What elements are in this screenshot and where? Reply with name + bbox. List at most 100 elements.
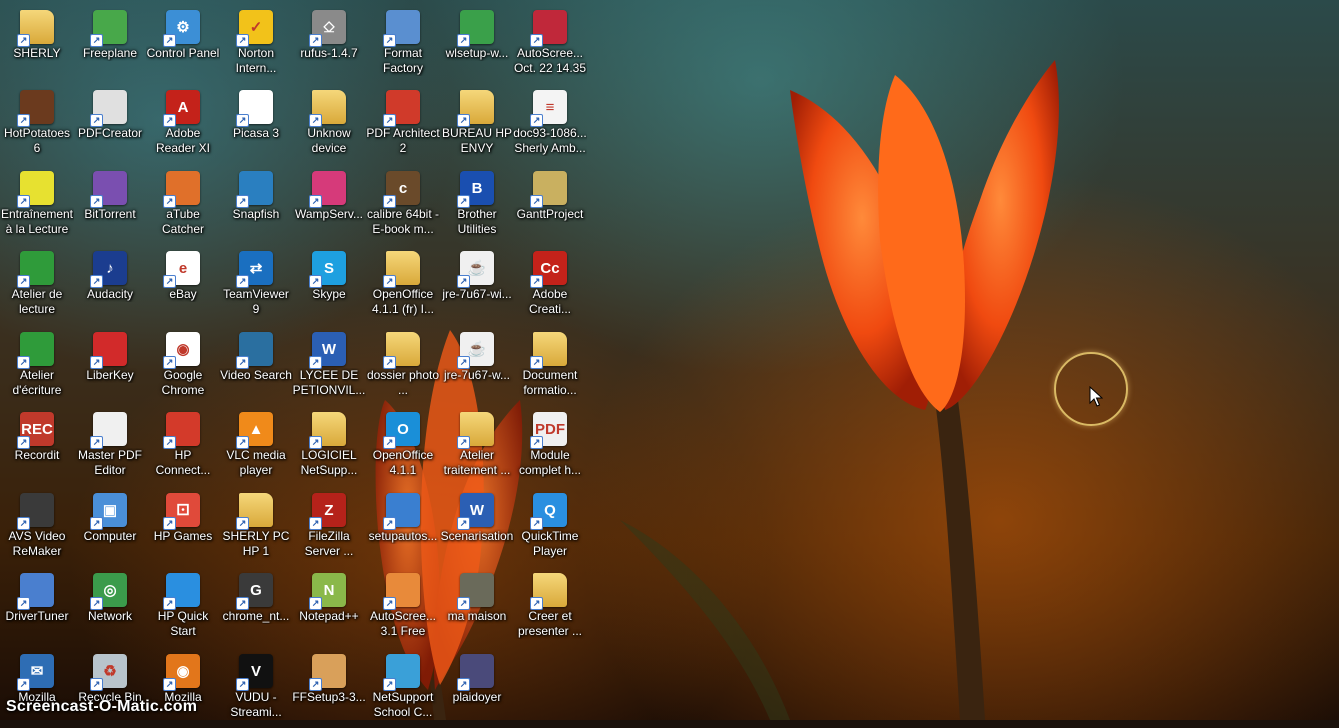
notepad-icon: N ↗ [309,573,346,610]
desktop-icon[interactable]: ↗ GanttProject [513,167,587,245]
desktop-icon[interactable]: ↗ aTube Catcher [146,167,220,245]
shortcut-arrow-icon: ↗ [90,678,103,691]
desktop-icon[interactable]: ↗ HP Quick Start [146,569,220,647]
shortcut-arrow-icon: ↗ [236,597,249,610]
desktop-icon-label: Unknow device [307,126,351,155]
desktop-icon[interactable]: ↗ FFSetup3-3... [292,650,366,728]
desktop-icon[interactable]: ◎ ↗ Network [73,569,147,647]
desktop-icon[interactable]: ↗ PDFCreator [73,86,147,164]
shortcut-arrow-icon: ↗ [530,436,543,449]
desktop-icon[interactable]: ↗ Freeplane [73,6,147,84]
desktop-icon[interactable]: ↗ Snapfish [219,167,293,245]
desktop-icon[interactable]: ☕ ↗ jre-7u67-wi... [440,247,514,325]
desktop-icon-grid: ↗ SHERLY ↗ HotPotatoes 6 ↗ Entraînement à la … [0,0,600,720]
atelier-ecriture-icon: ↗ [17,332,54,369]
desktop-icon[interactable]: ↗ setupautos... [366,489,440,567]
desktop-icon[interactable]: ♻ ↗ Recycle Bin [73,650,147,728]
desktop-icon[interactable]: B ↗ Brother Utilities [440,167,514,245]
desktop-icon-label: rufus-1.4.7 [300,46,358,60]
desktop-icon-label: VLC media player [226,448,286,477]
desktop-icon[interactable]: ↗ SHERLY PC HP 1 [219,489,293,567]
desktop-icon[interactable]: Z ↗ FileZilla Server ... [292,489,366,567]
desktop-icon[interactable]: PDF ↗ Module complet h... [513,408,587,486]
desktop-icon[interactable]: ↗ Document formatio... [513,328,587,406]
desktop-icon[interactable]: ↗ Atelier traitement ... [440,408,514,486]
desktop-icon[interactable]: ▣ ↗ Computer [73,489,147,567]
desktop-icon[interactable]: V ↗ VUDU - Streami... [219,650,293,728]
desktop-icon[interactable]: ♪ ↗ Audacity [73,247,147,325]
desktop-icon[interactable]: ↗ BitTorrent [73,167,147,245]
desktop-icon[interactable]: ⚀ ↗ HP Games [146,489,220,567]
desktop-icon[interactable]: ↗ dossier photo ... [366,328,440,406]
desktop-icon[interactable]: W ↗ Scenarisation [440,489,514,567]
desktop-icon[interactable]: S ↗ Skype [292,247,366,325]
desktop-icon-label: setupautos... [368,529,438,543]
freeplane-icon: ↗ [90,10,127,47]
shortcut-arrow-icon: ↗ [90,195,103,208]
shortcut-arrow-icon: ↗ [457,114,470,127]
desktop-icon[interactable]: O ↗ OpenOffice 4.1.1 [366,408,440,486]
desktop-icon[interactable]: Q ↗ QuickTime Player [513,489,587,567]
desktop-icon[interactable]: ↗ Format Factory [366,6,440,84]
desktop-icon[interactable]: ↗ DriverTuner [0,569,74,647]
desktop-icon[interactable]: ✉ ↗ Mozilla [0,650,74,728]
desktop-icon[interactable]: ↗ BUREAU HP ENVY [440,86,514,164]
desktop-icon[interactable]: ◉ ↗ Mozilla [146,650,220,728]
desktop-icon[interactable]: ✓ ↗ Norton Intern... [219,6,293,84]
desktop-icon[interactable]: ↗ wlsetup-w... [440,6,514,84]
desktop-icon[interactable]: ↗ AVS Video ReMaker [0,489,74,567]
shortcut-arrow-icon: ↗ [17,114,30,127]
desktop-icon[interactable]: ↗ HotPotatoes 6 [0,86,74,164]
desktop-icon-label: Entraînement à la Lecture [0,207,74,236]
desktop-icon[interactable]: ◉ ↗ Google Chrome [146,328,220,406]
desktop-icon[interactable]: ⇄ ↗ TeamViewer 9 [219,247,293,325]
desktop-icon-label: HotPotatoes 6 [3,126,71,155]
video-icon: ↗ [457,654,494,691]
desktop-icon[interactable]: W ↗ LYCEE DE PETIONVIL... [292,328,366,406]
desktop-icon[interactable]: ↗ ma maison [440,569,514,647]
desktop-icon[interactable]: ↗ Entraînement à la Lecture [0,167,74,245]
desktop-icon[interactable]: ↗ Unknow device [292,86,366,164]
desktop-icon[interactable]: ↗ AutoScree... Oct. 22 14.35 [513,6,587,84]
desktop-icon[interactable]: G ↗ chrome_nt... [219,569,293,647]
desktop-icon[interactable]: c ↗ calibre 64bit - E-book m... [366,167,440,245]
desktop-icon[interactable]: ↗ Creer et presenter ... [513,569,587,647]
autoscreen-icon: ↗ [383,573,420,610]
desktop-icon[interactable]: ↗ OpenOffice 4.1.1 (fr) I... [366,247,440,325]
format-factory-icon: ↗ [383,10,420,47]
shortcut-arrow-icon: ↗ [17,34,30,47]
pdf-creator-icon: ↗ [90,90,127,127]
desktop-icon[interactable]: e ↗ eBay [146,247,220,325]
desktop-icon[interactable]: ↗ Atelier d'écriture [0,328,74,406]
desktop-icon[interactable]: ↗ SHERLY [0,6,74,84]
desktop-icon[interactable]: N ↗ Notepad++ [292,569,366,647]
desktop-icon[interactable]: ↗ Master PDF Editor [73,408,147,486]
desktop-icon[interactable]: ↗ Picasa 3 [219,86,293,164]
desktop-icon-label: Picasa 3 [232,126,280,140]
desktop-icon[interactable]: ↗ plaidoyer [440,650,514,728]
autoscreen-file-icon: ↗ [530,10,567,47]
desktop-icon[interactable]: ↗ LOGICIEL NetSupp... [292,408,366,486]
desktop-icon[interactable]: ↗ AutoScree... 3.1 Free [366,569,440,647]
desktop-icon[interactable]: ↗ NetSupport School C... [366,650,440,728]
desktop-icon[interactable]: ⎐ ↗ rufus-1.4.7 [292,6,366,84]
desktop-icon[interactable]: A ↗ Adobe Reader XI [146,86,220,164]
desktop-icon[interactable]: ↗ Video Search [219,328,293,406]
desktop-icon[interactable]: ↗ HP Connect... [146,408,220,486]
desktop-icon[interactable]: ↗ PDF Architect 2 [366,86,440,164]
desktop-icon[interactable]: ☕ ↗ jre-7u67-w... [440,328,514,406]
desktop-icon[interactable]: ↗ WampServ... [292,167,366,245]
shortcut-arrow-icon: ↗ [383,275,396,288]
desktop-icon[interactable]: ↗ Atelier de lecture [0,247,74,325]
adobe-reader-icon: A ↗ [163,90,200,127]
desktop-icon[interactable]: ⚙ ↗ Control Panel [146,6,220,84]
desktop-icon[interactable]: ≡ ↗ doc93-1086... Sherly Amb... [513,86,587,164]
desktop-icon-label: BUREAU HP ENVY [441,126,512,155]
desktop-icon[interactable]: ▲ ↗ VLC media player [219,408,293,486]
desktop-icon[interactable]: Cc ↗ Adobe Creati... [513,247,587,325]
shortcut-arrow-icon: ↗ [163,34,176,47]
desktop-icon[interactable]: ↗ LiberKey [73,328,147,406]
desktop-icon[interactable]: REC ↗ Recordit [0,408,74,486]
chrome-icon: ◉ ↗ [163,332,200,369]
shortcut-arrow-icon: ↗ [17,517,30,530]
